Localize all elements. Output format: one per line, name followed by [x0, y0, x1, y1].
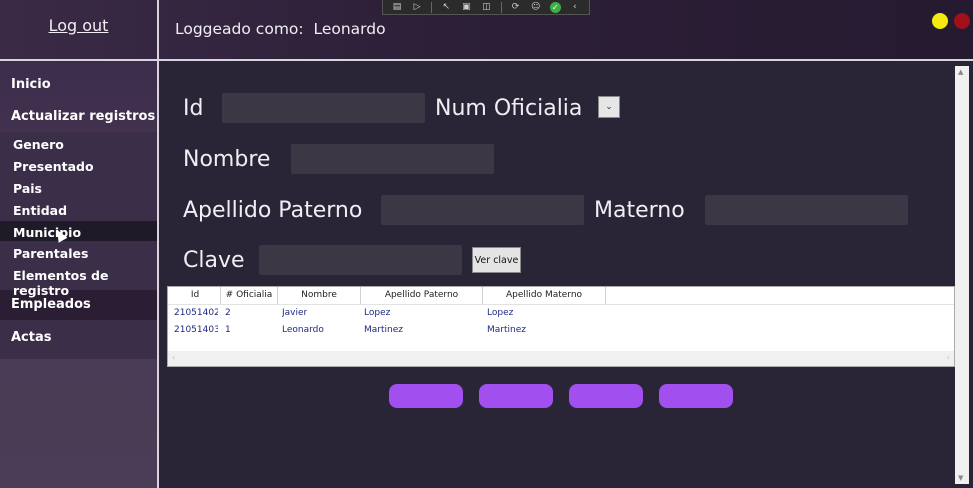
video-icon[interactable]: ▷ [411, 2, 423, 13]
table-row-2-oficialia[interactable]: 1 [225, 325, 231, 335]
ver-clave-button[interactable]: Ver clave [472, 247, 521, 273]
scroll-down-icon[interactable]: ▼ [958, 474, 963, 482]
sidebar-item-municipio[interactable]: Municipio [13, 225, 81, 240]
action-button-1[interactable] [389, 384, 463, 408]
column-separator[interactable] [605, 287, 606, 304]
action-button-4[interactable] [659, 384, 733, 408]
toolbar-separator [431, 1, 433, 13]
sidebar-item-entidad[interactable]: Entidad [13, 203, 67, 218]
column-header-apellido-materno[interactable]: Apellido Materno [483, 290, 605, 300]
id-field[interactable] [222, 93, 425, 123]
sidebar-item-actas[interactable]: Actas [11, 330, 52, 345]
nombre-label: Nombre [183, 147, 271, 172]
minimize-button[interactable] [932, 13, 948, 29]
toolbar-separator [500, 1, 502, 13]
main-form: Id Num Oficialia ⌄ Nombre Apellido Pater… [159, 61, 973, 488]
table-row-2-apellido-materno[interactable]: Martinez [487, 325, 526, 335]
column-header-oficialia[interactable]: # Oficialia [221, 290, 277, 300]
collapse-icon[interactable]: ‹ [569, 2, 581, 13]
action-button-2[interactable] [479, 384, 553, 408]
apellido-paterno-label: Apellido Paterno [183, 198, 363, 223]
close-button[interactable] [954, 13, 970, 29]
track-focus-icon[interactable]: ◫ [480, 2, 492, 13]
clave-label: Clave [183, 248, 245, 273]
display-layout-adorners-icon[interactable]: ▣ [460, 2, 472, 13]
table-row-2-nombre[interactable]: Leonardo [282, 325, 324, 335]
scroll-left-icon[interactable]: ‹ [172, 353, 175, 362]
horizontal-scrollbar[interactable]: ‹ › [168, 351, 954, 366]
chevron-down-icon: ⌄ [605, 102, 613, 112]
live-visual-tree-icon[interactable]: ▤ [391, 2, 403, 13]
accessibility-icon[interactable]: ☺ [530, 2, 542, 13]
scroll-up-icon[interactable]: ▲ [958, 68, 963, 76]
sidebar-item-parentales[interactable]: Parentales [13, 246, 88, 261]
sidebar-item-genero[interactable]: Genero [13, 137, 64, 152]
materno-label: Materno [594, 198, 685, 223]
top-bar: Log out Loggeado como: Leonardo ▤ ▷ ↖ ▣ … [0, 0, 973, 61]
scroll-right-icon[interactable]: › [947, 353, 950, 362]
logout-link[interactable]: Log out [49, 16, 109, 35]
sidebar-item-pais[interactable]: Pais [13, 181, 42, 196]
hot-reload-icon[interactable]: ⟳ [510, 2, 522, 13]
sidebar-item-elementos-de-registro[interactable]: Elementos de registro [13, 268, 157, 298]
status-ok-icon: ✓ [549, 1, 561, 13]
num-oficialia-dropdown[interactable]: ⌄ [598, 96, 620, 118]
action-button-3[interactable] [569, 384, 643, 408]
select-element-icon[interactable]: ↖ [440, 2, 452, 13]
column-header-nombre[interactable]: Nombre [278, 290, 360, 300]
table-row-1-apellido-materno[interactable]: Lopez [487, 308, 513, 318]
apellido-paterno-field[interactable] [381, 195, 584, 225]
header-divider [168, 304, 954, 305]
num-oficialia-label: Num Oficialia [435, 96, 583, 121]
column-header-id[interactable]: Id [170, 290, 220, 300]
nombre-field[interactable] [291, 144, 494, 174]
clave-field[interactable] [259, 245, 462, 275]
debug-toolbar: ▤ ▷ ↖ ▣ ◫ ⟳ ☺ ✓ ‹ [382, 0, 590, 15]
sidebar-item-presentado[interactable]: Presentado [13, 159, 94, 174]
table-row-1-nombre[interactable]: Javier [282, 308, 307, 318]
table-row-1-id[interactable]: 21051402 [174, 308, 218, 318]
sidebar-item-actualizar-registros[interactable]: Actualizar registros [11, 109, 155, 124]
records-table: Id # Oficialia Nombre Apellido Paterno A… [167, 286, 955, 367]
table-row-2-id[interactable]: 21051403 [174, 325, 218, 335]
sidebar: Inicio Actualizar registros Genero Prese… [0, 61, 159, 488]
table-row-1-oficialia[interactable]: 2 [225, 308, 231, 318]
sidebar-item-empleados[interactable]: Empleados [11, 297, 91, 312]
logged-in-user-text: Loggeado como: Leonardo [175, 20, 386, 38]
column-header-apellido-paterno[interactable]: Apellido Paterno [361, 290, 482, 300]
vertical-scrollbar[interactable]: ▲ ▼ [955, 66, 969, 484]
logout-area: Log out [0, 0, 159, 59]
id-label: Id [183, 96, 204, 121]
table-row-2-apellido-paterno[interactable]: Martinez [364, 325, 403, 335]
table-row-1-apellido-paterno[interactable]: Lopez [364, 308, 390, 318]
apellido-materno-field[interactable] [705, 195, 908, 225]
sidebar-item-inicio[interactable]: Inicio [11, 77, 51, 92]
